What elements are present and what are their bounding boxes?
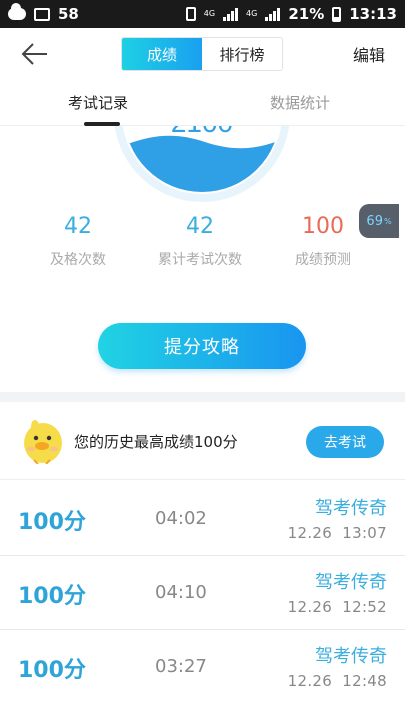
record-row[interactable]: 100分 04:02 驾考传奇 12.26 13:07 <box>0 482 405 556</box>
cloud-icon <box>8 3 26 20</box>
record-duration: 04:10 <box>155 582 207 603</box>
stat-pass-count: 42 及格次数 <box>13 214 143 269</box>
record-datetime: 12.26 12:48 <box>288 672 387 690</box>
vibrate-icon <box>185 7 196 21</box>
record-date: 12.26 <box>287 598 333 616</box>
tab-exam-records[interactable]: 考试记录 <box>68 92 128 113</box>
app-header: 成绩 排行榜 编辑 <box>0 28 405 80</box>
score-gauge: 2100 <box>0 126 405 202</box>
gauge-score-text: 2100 <box>171 126 233 138</box>
record-score: 100分 <box>18 584 86 609</box>
notification-count: 58 <box>58 5 79 23</box>
record-score: 100分 <box>18 658 86 683</box>
record-datetime: 12.26 13:07 <box>288 524 387 542</box>
go-exam-button[interactable]: 去考试 <box>306 426 384 458</box>
record-time: 12:48 <box>342 672 387 690</box>
segmented-tabs: 成绩 排行榜 <box>121 37 283 71</box>
record-row[interactable]: 100分 04:10 驾考传奇 12.26 12:52 <box>0 556 405 630</box>
network-label: 4G <box>203 9 216 18</box>
signal-icon <box>223 7 239 21</box>
network-label-2: 4G <box>246 9 258 18</box>
network-4g-icon: 4G <box>204 10 215 18</box>
percent-unit: % <box>383 216 392 226</box>
record-duration: 04:02 <box>155 508 207 529</box>
stat-total-exams: 42 累计考试次数 <box>135 214 265 269</box>
best-score-banner: 您的历史最高成绩100分 去考试 <box>0 402 405 480</box>
percent-badge[interactable]: 69% <box>359 204 399 238</box>
tv-icon <box>34 7 50 21</box>
record-score: 100分 <box>18 510 86 535</box>
record-datetime: 12.26 12:52 <box>288 598 387 616</box>
record-row[interactable]: 100分 03:27 驾考传奇 12.26 12:48 <box>0 630 405 704</box>
duck-mascot-icon <box>24 420 62 464</box>
battery-icon <box>332 6 342 22</box>
signal-icon-2 <box>265 7 281 21</box>
battery-percent: 21% <box>288 5 325 23</box>
record-title: 驾考传奇 <box>315 646 387 667</box>
record-date: 12.26 <box>287 524 333 542</box>
stat-label: 及格次数 <box>50 252 106 268</box>
best-score-text: 您的历史最高成绩100分 <box>74 433 238 451</box>
sub-tabs: 考试记录 数据统计 <box>0 80 405 126</box>
edit-button[interactable]: 编辑 <box>353 42 385 66</box>
stats-row: 42 及格次数 42 累计考试次数 100 成绩预测 <box>0 214 405 284</box>
record-duration: 03:27 <box>155 656 207 677</box>
record-title: 驾考传奇 <box>315 572 387 593</box>
record-title: 驾考传奇 <box>315 498 387 519</box>
network-4g-icon-2: 4G <box>246 10 257 18</box>
stat-value: 42 <box>186 214 214 239</box>
back-arrow-icon[interactable] <box>20 40 50 68</box>
stat-label: 累计考试次数 <box>158 252 242 268</box>
record-date: 12.26 <box>287 672 333 690</box>
percent-value: 69 <box>366 213 383 229</box>
section-divider <box>0 392 405 402</box>
record-time: 12:52 <box>342 598 387 616</box>
tab-data-statistics[interactable]: 数据统计 <box>270 92 330 113</box>
clock: 13:13 <box>349 5 397 23</box>
stat-label: 成绩预测 <box>295 252 351 268</box>
score-tips-button[interactable]: 提分攻略 <box>98 323 306 369</box>
tab-leaderboard[interactable]: 排行榜 <box>202 38 282 70</box>
stat-value: 42 <box>64 214 92 239</box>
record-time: 13:07 <box>342 524 387 542</box>
tab-score[interactable]: 成绩 <box>122 38 202 70</box>
status-bar: 58 4G 4G 21% 13:13 <box>0 0 405 28</box>
